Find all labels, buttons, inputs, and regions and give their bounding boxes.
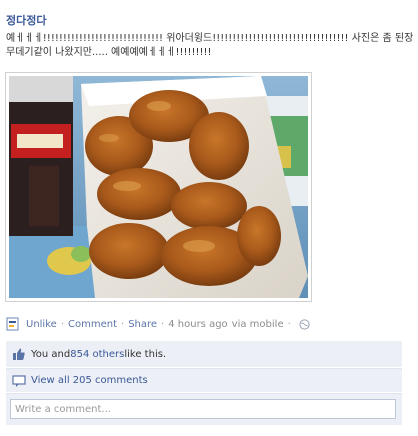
fried-chicken-illustration	[9, 76, 308, 298]
feed-story: 정다정다 예ㅔㅔㅔ!!!!!!!!!!!!!!!!!!!!!!!!!!!!!! …	[0, 0, 418, 436]
globe-icon[interactable]	[299, 318, 310, 330]
comment-composer	[6, 393, 402, 425]
thumbs-up-icon	[12, 347, 26, 361]
view-all-comments-link[interactable]: View all 205 comments	[31, 375, 148, 386]
view-comments-row[interactable]: View all 205 comments	[6, 368, 402, 392]
likes-prefix: You and	[31, 348, 71, 360]
via-mobile[interactable]: via mobile	[232, 319, 284, 330]
share-link[interactable]: Share	[128, 319, 157, 330]
author-name[interactable]: 정다정다	[6, 12, 46, 28]
timestamp[interactable]: 4 hours ago	[168, 319, 227, 330]
comment-link[interactable]: Comment	[68, 319, 117, 330]
page-icon	[6, 317, 20, 331]
separator-dot: ·	[161, 318, 165, 330]
post-message: 예ㅔㅔㅔ!!!!!!!!!!!!!!!!!!!!!!!!!!!!!! 위아더윙드…	[6, 33, 414, 58]
separator-dot: ·	[60, 318, 64, 330]
story-actions: Unlike · Comment · Share · 4 hours ago v…	[6, 317, 310, 331]
separator-dot: ·	[121, 318, 125, 330]
photo-image	[9, 76, 308, 298]
post-photo[interactable]	[5, 72, 312, 302]
separator-dot: ·	[287, 318, 291, 330]
comment-bubble-icon	[12, 374, 26, 388]
comment-input[interactable]	[10, 399, 396, 419]
likes-summary: You and 854 others like this.	[6, 341, 402, 367]
likes-suffix: like this.	[124, 348, 167, 360]
unlike-link[interactable]: Unlike	[26, 319, 57, 330]
likes-others-link[interactable]: 854 others	[70, 349, 124, 360]
